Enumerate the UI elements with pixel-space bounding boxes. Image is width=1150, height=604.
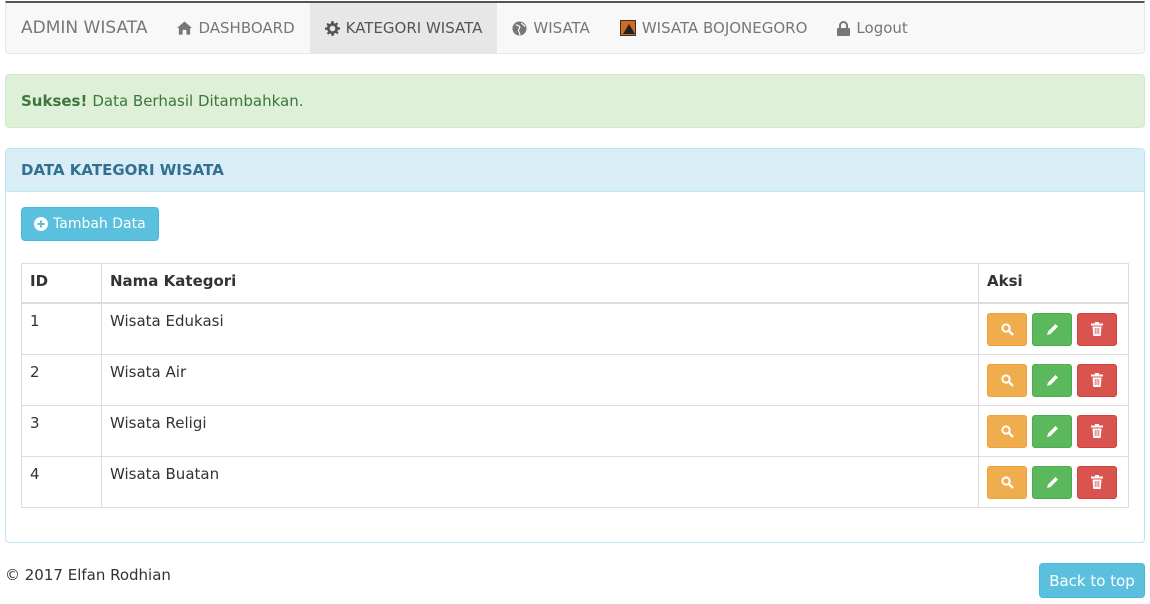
cell-id: 1 <box>21 302 102 355</box>
trash-icon <box>1091 322 1103 336</box>
pencil-icon <box>1046 374 1058 386</box>
nav-item-label: KATEGORI WISATA <box>345 19 483 37</box>
edit-button[interactable] <box>1032 363 1072 397</box>
lock-icon <box>837 20 851 36</box>
trash-icon <box>1091 424 1103 438</box>
nav-item-label: DASHBOARD <box>198 19 295 37</box>
search-icon <box>1000 424 1014 438</box>
cell-name: Wisata Air <box>101 353 979 406</box>
edit-button[interactable] <box>1032 414 1072 448</box>
delete-button[interactable] <box>1077 465 1117 499</box>
search-icon <box>1000 373 1014 387</box>
category-panel: DATA KATEGORI WISATA Tambah Data ID Nama… <box>5 148 1145 543</box>
trash-icon <box>1091 475 1103 489</box>
cell-actions <box>978 455 1129 508</box>
pencil-icon <box>1046 425 1058 437</box>
nav-item-kategori-wisata[interactable]: KATEGORI WISATA <box>309 3 498 53</box>
alert-strong: Sukses! <box>21 92 88 110</box>
delete-button[interactable] <box>1077 363 1117 397</box>
add-data-button[interactable]: Tambah Data <box>21 207 159 241</box>
view-button[interactable] <box>987 414 1027 448</box>
footer-copyright: © 2017 Elfan Rodhian <box>5 566 171 584</box>
trash-icon <box>1091 373 1103 387</box>
table-row: 4 Wisata Buatan <box>21 455 1129 508</box>
nav-item-label: WISATA <box>533 19 590 37</box>
cell-actions <box>978 353 1129 406</box>
nav-item-wisata[interactable]: WISATA <box>497 3 604 53</box>
plus-circle-icon <box>34 217 48 231</box>
navbar-brand[interactable]: ADMIN WISATA <box>6 3 162 53</box>
flag-icon <box>619 20 636 36</box>
cell-id: 2 <box>21 353 102 406</box>
search-icon <box>1000 475 1014 489</box>
cell-name: Wisata Buatan <box>101 455 979 508</box>
category-table: ID Nama Kategori Aksi 1 Wisata Edukasi 2 <box>21 263 1129 508</box>
back-to-top-button[interactable]: Back to top <box>1039 563 1145 598</box>
view-button[interactable] <box>987 465 1027 499</box>
cell-actions <box>978 302 1129 355</box>
header-id: ID <box>21 263 102 304</box>
alert-message: Data Berhasil Ditambahkan. <box>92 92 304 110</box>
nav-item-label: Logout <box>856 19 908 37</box>
table-row: 3 Wisata Religi <box>21 404 1129 457</box>
cell-actions <box>978 404 1129 457</box>
nav-item-label: WISATA BOJONEGORO <box>641 19 808 37</box>
cell-name: Wisata Religi <box>101 404 979 457</box>
globe-icon <box>512 20 527 36</box>
view-button[interactable] <box>987 363 1027 397</box>
table-header-row: ID Nama Kategori Aksi <box>21 263 1129 304</box>
home-icon <box>177 21 193 35</box>
nav-item-wisata-bojonegoro[interactable]: WISATA BOJONEGORO <box>605 3 823 53</box>
navbar: ADMIN WISATA DASHBOARD KATEGORI WISATA W… <box>5 1 1145 54</box>
gear-icon <box>324 20 340 36</box>
delete-button[interactable] <box>1077 312 1117 346</box>
nav-item-logout[interactable]: Logout <box>822 3 922 53</box>
cell-id: 4 <box>21 455 102 508</box>
table-row: 1 Wisata Edukasi <box>21 302 1129 355</box>
panel-title: DATA KATEGORI WISATA <box>6 149 1144 192</box>
header-aksi: Aksi <box>978 263 1129 304</box>
success-alert: Sukses! Data Berhasil Ditambahkan. <box>5 74 1145 128</box>
pencil-icon <box>1046 323 1058 335</box>
cell-name: Wisata Edukasi <box>101 302 979 355</box>
nav-item-dashboard[interactable]: DASHBOARD <box>162 3 309 53</box>
table-row: 2 Wisata Air <box>21 353 1129 406</box>
add-data-label: Tambah Data <box>53 216 146 232</box>
header-nama-kategori: Nama Kategori <box>101 263 979 304</box>
cell-id: 3 <box>21 404 102 457</box>
pencil-icon <box>1046 476 1058 488</box>
edit-button[interactable] <box>1032 312 1072 346</box>
delete-button[interactable] <box>1077 414 1117 448</box>
view-button[interactable] <box>987 312 1027 346</box>
search-icon <box>1000 322 1014 336</box>
edit-button[interactable] <box>1032 465 1072 499</box>
